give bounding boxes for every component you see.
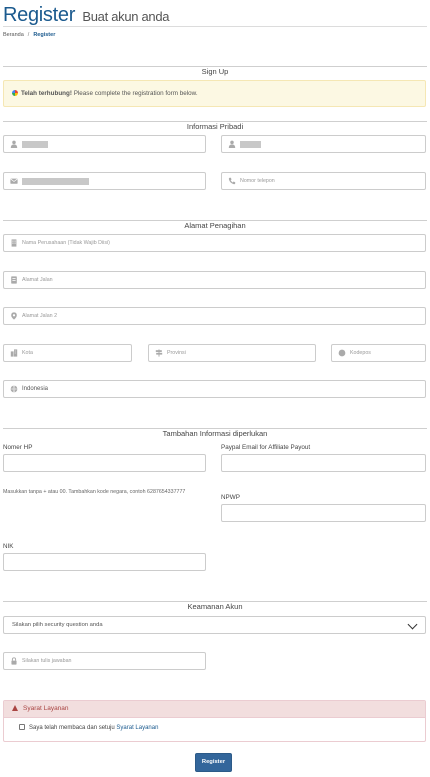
state-input[interactable]: Provinsi — [148, 344, 316, 362]
security-answer-placeholder: Silakan tulis jawaban — [22, 658, 72, 664]
user-icon — [10, 140, 18, 148]
address2-input[interactable]: Alamat Jalan 2 — [3, 307, 426, 325]
nik-label: NIK — [3, 543, 14, 550]
section-billing-address-label: Alamat Penagihan — [176, 221, 254, 230]
envelope-icon — [10, 178, 18, 184]
country-value: Indonesia — [22, 386, 49, 392]
phone-icon — [228, 177, 236, 185]
terms-panel: Syarat Layanan Saya telah membaca dan se… — [3, 700, 426, 742]
page-title-text: Register — [3, 4, 76, 26]
city-input[interactable]: Kota — [3, 344, 132, 362]
user-icon — [228, 140, 236, 148]
alert-text: Please complete the registration form be… — [71, 90, 198, 97]
section-account-security: Keamanan Akun — [3, 596, 427, 611]
redacted-email — [22, 178, 89, 185]
map-signs-icon — [155, 349, 163, 357]
security-question-select[interactable]: Silakan pilih security question anda — [3, 616, 426, 634]
paypal-email-label: Paypal Email for Affiliate Payout — [221, 444, 311, 451]
globe-icon — [10, 385, 18, 393]
section-sign-up: Sign Up — [3, 61, 427, 76]
terms-title: Syarat Layanan — [23, 705, 69, 712]
alert-bold: Telah terhubung! — [21, 90, 72, 97]
address1-input[interactable]: Alamat Jalan — [3, 271, 426, 289]
terms-link[interactable]: Syarat Layanan — [116, 725, 158, 731]
section-billing-address: Alamat Penagihan — [3, 215, 427, 230]
register-button[interactable]: Register — [195, 753, 232, 772]
address2-placeholder: Alamat Jalan 2 — [22, 313, 58, 319]
phone-placeholder: Nomor telepon — [240, 178, 275, 184]
terms-checkbox[interactable] — [19, 724, 25, 730]
mobile-phone-label: Nomer HP — [3, 444, 33, 451]
page-header: Register Buat akun anda — [3, 3, 427, 27]
lock-icon — [11, 657, 17, 665]
section-additional-info: Tambahan Informasi diperlukan — [3, 423, 427, 438]
building-icon — [11, 239, 17, 247]
last-name-input[interactable] — [221, 135, 426, 153]
breadcrumb: Beranda / Register — [3, 32, 55, 38]
company-name-input[interactable]: Nama Perusahaan (Tidak Wajib Diisi) — [3, 234, 426, 252]
section-personal-info-label: Informasi Pribadi — [178, 122, 252, 131]
breadcrumb-separator: / — [27, 32, 30, 38]
warning-icon — [12, 705, 18, 711]
nik-input[interactable] — [3, 553, 206, 571]
page-title: Register Buat akun anda — [3, 3, 427, 29]
state-placeholder: Provinsi — [167, 350, 186, 356]
google-icon — [12, 90, 18, 96]
mobile-phone-input[interactable] — [3, 454, 206, 472]
address1-placeholder: Alamat Jalan — [22, 277, 53, 283]
address-card-icon — [11, 276, 17, 284]
section-sign-up-label: Sign Up — [193, 67, 237, 76]
city-placeholder: Kota — [22, 350, 33, 356]
security-question-value: Silakan pilih security question anda — [12, 622, 103, 628]
section-account-security-label: Keamanan Akun — [179, 602, 251, 611]
map-marker-icon — [11, 312, 17, 320]
breadcrumb-current: Register — [33, 32, 56, 38]
breadcrumb-home[interactable]: Beranda — [3, 32, 24, 38]
paypal-email-input[interactable] — [221, 454, 426, 472]
redacted-last-name — [240, 141, 261, 148]
company-name-placeholder: Nama Perusahaan (Tidak Wajib Diisi) — [22, 240, 110, 246]
redacted-first-name — [22, 141, 48, 148]
mobile-phone-help: Masukkan tanpa + atau 00. Tambahkan kode… — [3, 489, 186, 495]
terms-header: Syarat Layanan — [4, 701, 425, 718]
terms-text: Saya telah membaca dan setuju — [29, 725, 117, 731]
first-name-input[interactable] — [3, 135, 206, 153]
city-icon — [10, 349, 18, 357]
page-subtitle: Buat akun anda — [82, 9, 170, 24]
section-personal-info: Informasi Pribadi — [3, 116, 427, 131]
connected-alert: Telah terhubung! Please complete the reg… — [3, 80, 426, 107]
chevron-down-icon — [407, 619, 418, 630]
npwp-label: NPWP — [221, 494, 240, 501]
country-select[interactable]: Indonesia — [3, 380, 426, 398]
section-additional-info-label: Tambahan Informasi diperlukan — [154, 429, 276, 438]
phone-input[interactable]: Nomor telepon — [221, 172, 426, 190]
postcode-input[interactable]: Kodepos — [331, 344, 426, 362]
email-input[interactable] — [3, 172, 206, 190]
postcode-placeholder: Kodepos — [350, 350, 371, 356]
terms-body: Saya telah membaca dan setuju Syarat Lay… — [4, 718, 425, 731]
npwp-input[interactable] — [221, 504, 426, 522]
certificate-icon — [338, 349, 346, 357]
security-answer-input[interactable]: Silakan tulis jawaban — [3, 652, 206, 670]
